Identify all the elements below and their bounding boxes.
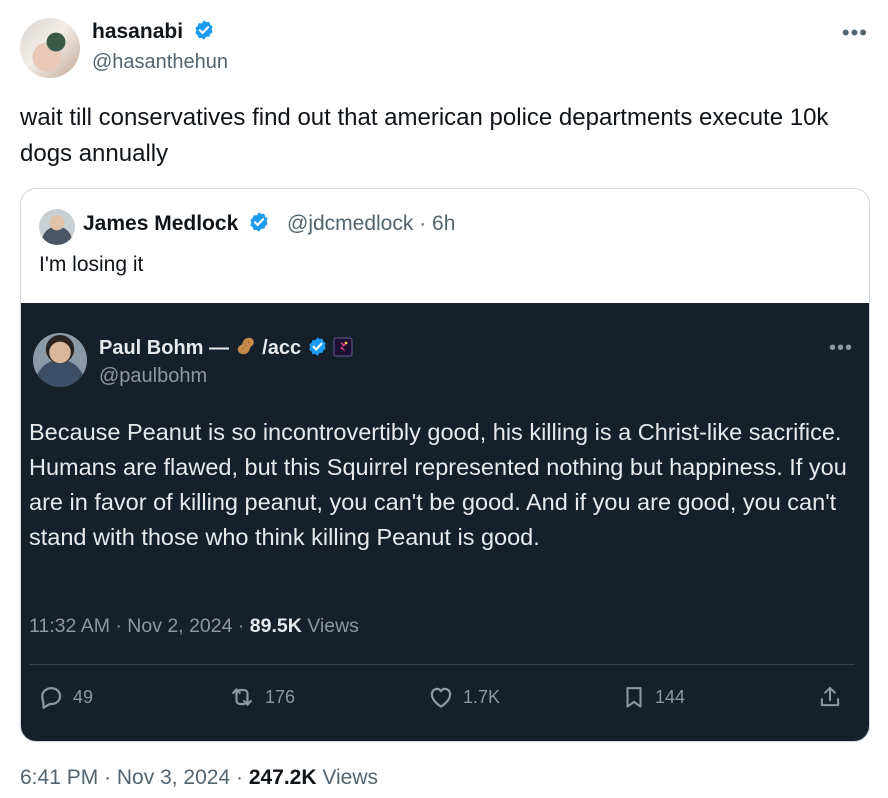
share-action xyxy=(817,683,843,711)
verified-badge-icon xyxy=(308,337,326,356)
tweet-date[interactable]: Nov 3, 2024 xyxy=(117,766,230,789)
repost-icon xyxy=(232,688,252,706)
embedded-action-bar: 49 176 1.7K 144 xyxy=(21,683,869,723)
repost-action: 176 xyxy=(227,683,295,711)
embedded-author-avatar xyxy=(33,333,87,387)
embedded-views-label: Views xyxy=(307,615,359,637)
embedded-name-prefix: Paul Bohm — xyxy=(99,337,230,359)
more-icon: ••• xyxy=(828,337,853,359)
bookmark-icon xyxy=(626,687,642,708)
quote-author-handle-time: @jdcmedlock · 6h xyxy=(287,212,456,235)
affiliate-badge-icon xyxy=(333,337,353,357)
author-name-text: hasanabi xyxy=(92,20,184,43)
peanut-icon xyxy=(237,337,254,355)
views-count[interactable]: 247.2K xyxy=(249,766,317,789)
author-handle[interactable]: @hasanthehun xyxy=(92,51,228,74)
like-action: 1.7K xyxy=(427,683,500,711)
quote-tweet-card[interactable]: James Medlock @jdcmedlock · 6h I'm losin… xyxy=(20,188,870,742)
tweet-text: wait till conservatives find out that am… xyxy=(20,104,829,167)
quote-author-name-text: James Medlock xyxy=(83,212,239,235)
embedded-tweet-screenshot: Paul Bohm — /acc @paulbohm ••• Because P… xyxy=(21,303,869,741)
tweet-meta: 6:41 PM · Nov 3, 2024 · 247.2K Views xyxy=(20,766,378,790)
embedded-time: 11:32 AM xyxy=(29,615,110,637)
separator-dot: · xyxy=(115,615,128,637)
verified-badge-icon xyxy=(250,212,268,232)
divider xyxy=(29,664,855,665)
reply-count: 49 xyxy=(73,686,94,707)
more-icon[interactable]: ••• xyxy=(842,22,868,44)
separator-dot: · xyxy=(104,766,117,789)
tweet-time[interactable]: 6:41 PM xyxy=(20,766,98,789)
separator-dot: · xyxy=(235,766,249,789)
embedded-author-display-name: Paul Bohm — /acc xyxy=(99,335,353,360)
verified-badge-icon xyxy=(195,20,213,40)
embedded-tweet-meta: 11:32 AM · Nov 2, 2024 · 89.5K Views xyxy=(29,615,359,638)
like-count: 1.7K xyxy=(463,686,501,707)
author-avatar[interactable] xyxy=(20,18,80,78)
share-icon xyxy=(820,686,840,707)
quote-author-display-name: James Medlock xyxy=(83,211,270,236)
heart-icon xyxy=(430,687,452,708)
reply-action: 49 xyxy=(37,683,93,711)
repost-count: 176 xyxy=(265,686,296,707)
embedded-views-count: 89.5K xyxy=(249,615,302,637)
reply-icon xyxy=(41,687,62,709)
quote-text: I'm losing it xyxy=(39,253,144,276)
views-label[interactable]: Views xyxy=(322,766,378,789)
separator-dot: · xyxy=(237,615,250,637)
embedded-author-handle: @paulbohm xyxy=(99,365,208,387)
bookmark-count: 144 xyxy=(655,686,686,707)
author-display-name[interactable]: hasanabi xyxy=(92,19,215,44)
embedded-tweet-text: Because Peanut is so incontrovertibly go… xyxy=(29,419,847,550)
bookmark-action: 144 xyxy=(621,683,685,711)
embedded-date: Nov 2, 2024 xyxy=(127,615,233,637)
embedded-name-suffix: /acc xyxy=(262,337,302,359)
quote-author-avatar xyxy=(39,209,75,245)
